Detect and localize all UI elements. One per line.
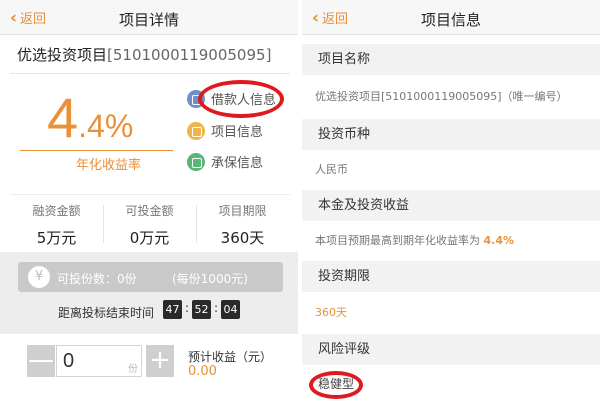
return-rate: 4.4%: [483, 234, 515, 247]
project-title: 优选投资项目[5101000119005095]: [17, 44, 271, 65]
nav-bar: ‹ 返回 项目详情: [0, 0, 298, 35]
return-text: 本项目预期最高到期年化收益率为: [315, 234, 480, 247]
countdown-colon: :: [214, 301, 219, 315]
project-info-label: 项目信息: [211, 125, 264, 140]
available-shares: 可投份数：0份: [57, 272, 137, 286]
insurance-icon: [187, 152, 205, 171]
currency-header: 投资币种: [302, 119, 600, 150]
document-icon: [187, 121, 205, 140]
stat-available: 可投金额 0万元: [103, 202, 196, 248]
page-title: 项目详情: [118, 11, 179, 29]
term-value: 360天: [315, 306, 347, 319]
countdown-seconds: 04: [221, 300, 240, 319]
stat-value: 5万元: [36, 229, 77, 247]
countdown-colon: :: [185, 301, 190, 315]
stat-label: 项目期限: [218, 204, 267, 218]
project-code: [5101000119005095]: [107, 46, 272, 64]
stat-value: 0万元: [129, 229, 170, 247]
estimated-income-label: 预计收益（元）: [188, 350, 273, 364]
insurance-info-link[interactable]: 承保信息: [187, 152, 263, 171]
countdown-label: 距离投标结束时间: [58, 306, 155, 320]
rate-underline: [20, 150, 173, 151]
project-info-link[interactable]: 项目信息: [187, 121, 263, 140]
decrement-button[interactable]: —: [27, 345, 55, 377]
highlight-ring: [198, 80, 284, 118]
term-header: 投资期限: [302, 261, 600, 292]
nav-bar: ‹ 返回 项目信息: [302, 0, 600, 35]
project-info-screen: ‹ 返回 项目信息 项目名称 优选投资项目[5101000119005095]（…: [302, 0, 600, 403]
increment-button[interactable]: +: [146, 345, 174, 377]
return-value: 本项目预期最高到期年化收益率为 4.4%: [302, 221, 600, 261]
risk-header: 风险评级: [302, 334, 600, 365]
stat-financing: 融资金额 5万元: [10, 202, 103, 248]
return-header: 本金及投资收益: [302, 190, 600, 221]
rate-label: 年化收益率: [76, 158, 142, 173]
highlight-ring: [309, 371, 363, 399]
stat-label: 融资金额: [32, 204, 81, 218]
page-title: 项目信息: [420, 11, 481, 29]
rate-decimal: .4%: [78, 108, 134, 144]
project-name-header: 项目名称: [302, 44, 600, 75]
project-name: 优选投资项目: [17, 46, 108, 64]
annual-rate: 4.4%: [47, 85, 133, 150]
divider: [10, 73, 290, 74]
countdown-hours: 47: [163, 300, 182, 319]
yen-icon: ¥: [28, 266, 50, 288]
project-name-value: 优选投资项目[5101000119005095]（唯一编号）: [315, 90, 568, 103]
countdown-minutes: 52: [192, 300, 211, 319]
stat-value: 360天: [220, 229, 265, 247]
insurance-info-label: 承保信息: [211, 156, 264, 171]
stat-term: 项目期限 360天: [196, 202, 289, 248]
estimated-income-value: 0.00: [188, 364, 217, 379]
per-share-price: (每份1000元): [172, 272, 248, 286]
currency-value: 人民币: [315, 163, 348, 176]
project-detail-screen: ‹ 返回 项目详情 优选投资项目[5101000119005095] 4.4% …: [0, 0, 298, 403]
stat-label: 可投金额: [125, 204, 174, 218]
unit-label: 份: [128, 364, 138, 375]
rate-integer: 4: [47, 86, 79, 149]
